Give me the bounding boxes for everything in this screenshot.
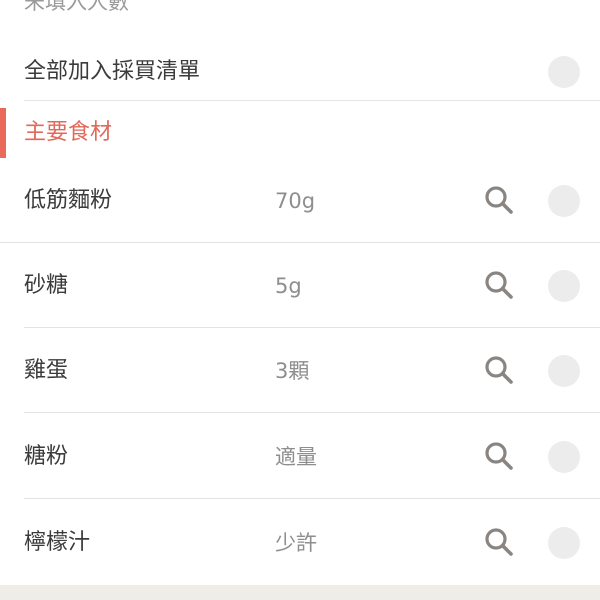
ingredient-checkbox[interactable] [548,441,580,473]
add-all-to-shopping-list-row[interactable]: 全部加入採買清單 [0,42,600,100]
serving-count-note: 未填入人數 [24,0,129,14]
ingredient-quantity: 適量 [275,445,317,469]
ingredient-quantity: 70g [275,189,316,213]
search-icon[interactable] [483,526,515,558]
ingredient-name: 低筋麵粉 [24,188,113,213]
divider [24,412,600,413]
bottom-section-band [0,585,600,600]
ingredient-checkbox[interactable] [548,270,580,302]
ingredient-row: 雞蛋 3顆 [0,328,600,413]
ingredient-name: 雞蛋 [24,358,69,383]
ingredient-checkbox[interactable] [548,355,580,387]
ingredient-row: 砂糖 5g [0,243,600,328]
divider [24,498,600,499]
section-accent-bar [0,108,6,158]
ingredient-quantity: 3顆 [275,359,310,383]
ingredient-name: 砂糖 [24,273,69,298]
search-icon[interactable] [483,269,515,301]
section-title: 主要食材 [24,120,113,145]
search-icon[interactable] [483,440,515,472]
ingredient-row: 檸檬汁 少許 [0,500,600,585]
search-icon[interactable] [483,354,515,386]
ingredient-row: 低筋麵粉 70g [0,158,600,243]
section-header-main-ingredients: 主要食材 [0,108,600,158]
search-icon[interactable] [483,184,515,216]
ingredient-name: 糖粉 [24,444,69,469]
ingredient-quantity: 少許 [275,531,317,555]
divider [24,100,600,101]
ingredient-checkbox[interactable] [548,527,580,559]
add-all-checkbox[interactable] [548,56,580,88]
ingredient-quantity: 5g [275,274,302,298]
ingredient-row: 糖粉 適量 [0,414,600,499]
add-all-label: 全部加入採買清單 [24,59,201,84]
ingredient-checkbox[interactable] [548,185,580,217]
ingredient-name: 檸檬汁 [24,530,91,555]
recipe-ingredients-screen: 未填入人數 全部加入採買清單 主要食材 低筋麵粉 70g 砂糖 5g 雞蛋 3顆 [0,0,600,600]
